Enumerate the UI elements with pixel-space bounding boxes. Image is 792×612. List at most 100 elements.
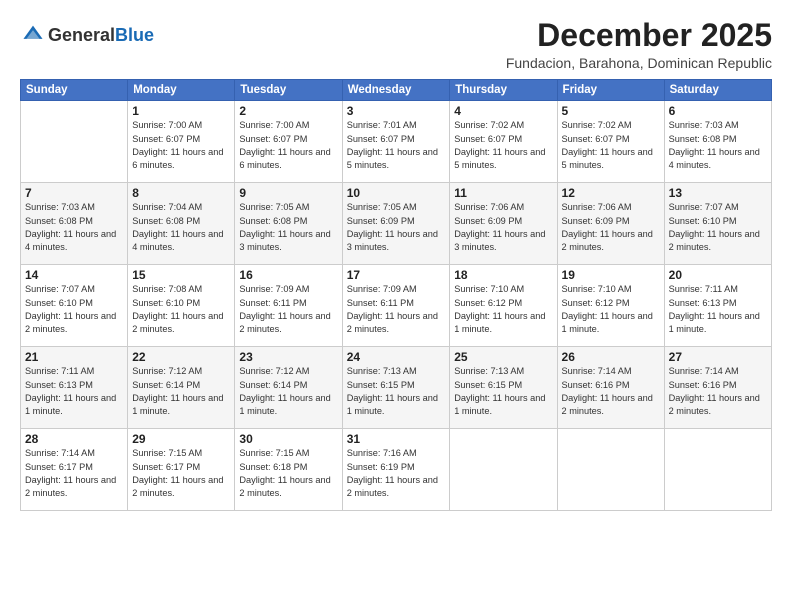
daylight-text: Daylight: 11 hours and 4 minutes.	[669, 147, 760, 170]
daylight-text: Daylight: 11 hours and 1 minute.	[25, 393, 116, 416]
daylight-text: Daylight: 11 hours and 2 minutes.	[239, 475, 330, 498]
logo-blue-text: Blue	[115, 25, 154, 45]
day-number: 22	[132, 350, 230, 364]
daylight-text: Daylight: 11 hours and 1 minute.	[562, 311, 653, 334]
table-row: 8 Sunrise: 7:04 AM Sunset: 6:08 PM Dayli…	[128, 183, 235, 265]
day-info: Sunrise: 7:00 AM Sunset: 6:07 PM Dayligh…	[132, 119, 230, 172]
day-info: Sunrise: 7:14 AM Sunset: 6:16 PM Dayligh…	[562, 365, 660, 418]
day-info: Sunrise: 7:01 AM Sunset: 6:07 PM Dayligh…	[347, 119, 446, 172]
sunset-text: Sunset: 6:17 PM	[132, 462, 200, 472]
table-row: 28 Sunrise: 7:14 AM Sunset: 6:17 PM Dayl…	[21, 429, 128, 511]
day-info: Sunrise: 7:08 AM Sunset: 6:10 PM Dayligh…	[132, 283, 230, 336]
sunrise-text: Sunrise: 7:13 AM	[347, 366, 417, 376]
day-info: Sunrise: 7:04 AM Sunset: 6:08 PM Dayligh…	[132, 201, 230, 254]
day-info: Sunrise: 7:15 AM Sunset: 6:18 PM Dayligh…	[239, 447, 337, 500]
table-row: 19 Sunrise: 7:10 AM Sunset: 6:12 PM Dayl…	[557, 265, 664, 347]
day-info: Sunrise: 7:10 AM Sunset: 6:12 PM Dayligh…	[562, 283, 660, 336]
title-area: December 2025 Fundacion, Barahona, Domin…	[506, 18, 772, 71]
day-number: 25	[454, 350, 552, 364]
sunrise-text: Sunrise: 7:13 AM	[454, 366, 524, 376]
table-row: 18 Sunrise: 7:10 AM Sunset: 6:12 PM Dayl…	[450, 265, 557, 347]
daylight-text: Daylight: 11 hours and 1 minute.	[669, 311, 760, 334]
day-number: 2	[239, 104, 337, 118]
calendar-week-4: 21 Sunrise: 7:11 AM Sunset: 6:13 PM Dayl…	[21, 347, 772, 429]
sunrise-text: Sunrise: 7:09 AM	[239, 284, 309, 294]
sunrise-text: Sunrise: 7:08 AM	[132, 284, 202, 294]
sunrise-text: Sunrise: 7:07 AM	[669, 202, 739, 212]
daylight-text: Daylight: 11 hours and 1 minute.	[132, 393, 223, 416]
sunset-text: Sunset: 6:10 PM	[25, 298, 93, 308]
sunrise-text: Sunrise: 7:14 AM	[562, 366, 632, 376]
sunrise-text: Sunrise: 7:12 AM	[132, 366, 202, 376]
day-info: Sunrise: 7:00 AM Sunset: 6:07 PM Dayligh…	[239, 119, 337, 172]
daylight-text: Daylight: 11 hours and 5 minutes.	[454, 147, 545, 170]
sunrise-text: Sunrise: 7:03 AM	[25, 202, 95, 212]
sunrise-text: Sunrise: 7:16 AM	[347, 448, 417, 458]
sunrise-text: Sunrise: 7:10 AM	[454, 284, 524, 294]
sunset-text: Sunset: 6:16 PM	[562, 380, 630, 390]
sunrise-text: Sunrise: 7:09 AM	[347, 284, 417, 294]
table-row: 6 Sunrise: 7:03 AM Sunset: 6:08 PM Dayli…	[664, 101, 771, 183]
table-row: 14 Sunrise: 7:07 AM Sunset: 6:10 PM Dayl…	[21, 265, 128, 347]
sunrise-text: Sunrise: 7:02 AM	[454, 120, 524, 130]
day-number: 12	[562, 186, 660, 200]
day-number: 13	[669, 186, 767, 200]
sunrise-text: Sunrise: 7:14 AM	[669, 366, 739, 376]
daylight-text: Daylight: 11 hours and 2 minutes.	[132, 475, 223, 498]
table-row: 21 Sunrise: 7:11 AM Sunset: 6:13 PM Dayl…	[21, 347, 128, 429]
sunset-text: Sunset: 6:15 PM	[347, 380, 415, 390]
day-info: Sunrise: 7:16 AM Sunset: 6:19 PM Dayligh…	[347, 447, 446, 500]
logo: GeneralBlue	[20, 22, 154, 49]
day-info: Sunrise: 7:02 AM Sunset: 6:07 PM Dayligh…	[562, 119, 660, 172]
sunset-text: Sunset: 6:07 PM	[347, 134, 415, 144]
sunrise-text: Sunrise: 7:00 AM	[239, 120, 309, 130]
sunset-text: Sunset: 6:10 PM	[132, 298, 200, 308]
table-row: 3 Sunrise: 7:01 AM Sunset: 6:07 PM Dayli…	[342, 101, 450, 183]
day-info: Sunrise: 7:13 AM Sunset: 6:15 PM Dayligh…	[347, 365, 446, 418]
day-info: Sunrise: 7:02 AM Sunset: 6:07 PM Dayligh…	[454, 119, 552, 172]
day-number: 23	[239, 350, 337, 364]
daylight-text: Daylight: 11 hours and 3 minutes.	[347, 229, 438, 252]
sunset-text: Sunset: 6:07 PM	[454, 134, 522, 144]
sunrise-text: Sunrise: 7:15 AM	[239, 448, 309, 458]
table-row: 27 Sunrise: 7:14 AM Sunset: 6:16 PM Dayl…	[664, 347, 771, 429]
day-number: 18	[454, 268, 552, 282]
day-info: Sunrise: 7:13 AM Sunset: 6:15 PM Dayligh…	[454, 365, 552, 418]
day-number: 15	[132, 268, 230, 282]
day-number: 9	[239, 186, 337, 200]
calendar-week-5: 28 Sunrise: 7:14 AM Sunset: 6:17 PM Dayl…	[21, 429, 772, 511]
day-number: 16	[239, 268, 337, 282]
daylight-text: Daylight: 11 hours and 2 minutes.	[347, 311, 438, 334]
calendar-table: Sunday Monday Tuesday Wednesday Thursday…	[20, 79, 772, 511]
sunset-text: Sunset: 6:11 PM	[347, 298, 414, 308]
sunrise-text: Sunrise: 7:02 AM	[562, 120, 632, 130]
table-row: 22 Sunrise: 7:12 AM Sunset: 6:14 PM Dayl…	[128, 347, 235, 429]
sunrise-text: Sunrise: 7:15 AM	[132, 448, 202, 458]
table-row	[450, 429, 557, 511]
day-number: 19	[562, 268, 660, 282]
sunset-text: Sunset: 6:13 PM	[25, 380, 93, 390]
daylight-text: Daylight: 11 hours and 4 minutes.	[132, 229, 223, 252]
col-sunday: Sunday	[21, 80, 128, 101]
day-number: 21	[25, 350, 123, 364]
sunset-text: Sunset: 6:10 PM	[669, 216, 737, 226]
sunset-text: Sunset: 6:12 PM	[562, 298, 630, 308]
day-info: Sunrise: 7:07 AM Sunset: 6:10 PM Dayligh…	[669, 201, 767, 254]
table-row: 20 Sunrise: 7:11 AM Sunset: 6:13 PM Dayl…	[664, 265, 771, 347]
col-thursday: Thursday	[450, 80, 557, 101]
sunset-text: Sunset: 6:13 PM	[669, 298, 737, 308]
sunset-text: Sunset: 6:14 PM	[239, 380, 307, 390]
day-number: 31	[347, 432, 446, 446]
sunrise-text: Sunrise: 7:11 AM	[25, 366, 94, 376]
sunrise-text: Sunrise: 7:11 AM	[669, 284, 738, 294]
sunrise-text: Sunrise: 7:05 AM	[347, 202, 417, 212]
daylight-text: Daylight: 11 hours and 1 minute.	[239, 393, 330, 416]
sunrise-text: Sunrise: 7:03 AM	[669, 120, 739, 130]
day-info: Sunrise: 7:12 AM Sunset: 6:14 PM Dayligh…	[239, 365, 337, 418]
daylight-text: Daylight: 11 hours and 2 minutes.	[669, 229, 760, 252]
day-number: 7	[25, 186, 123, 200]
sunset-text: Sunset: 6:12 PM	[454, 298, 522, 308]
sunset-text: Sunset: 6:14 PM	[132, 380, 200, 390]
calendar-week-1: 1 Sunrise: 7:00 AM Sunset: 6:07 PM Dayli…	[21, 101, 772, 183]
sunset-text: Sunset: 6:08 PM	[132, 216, 200, 226]
